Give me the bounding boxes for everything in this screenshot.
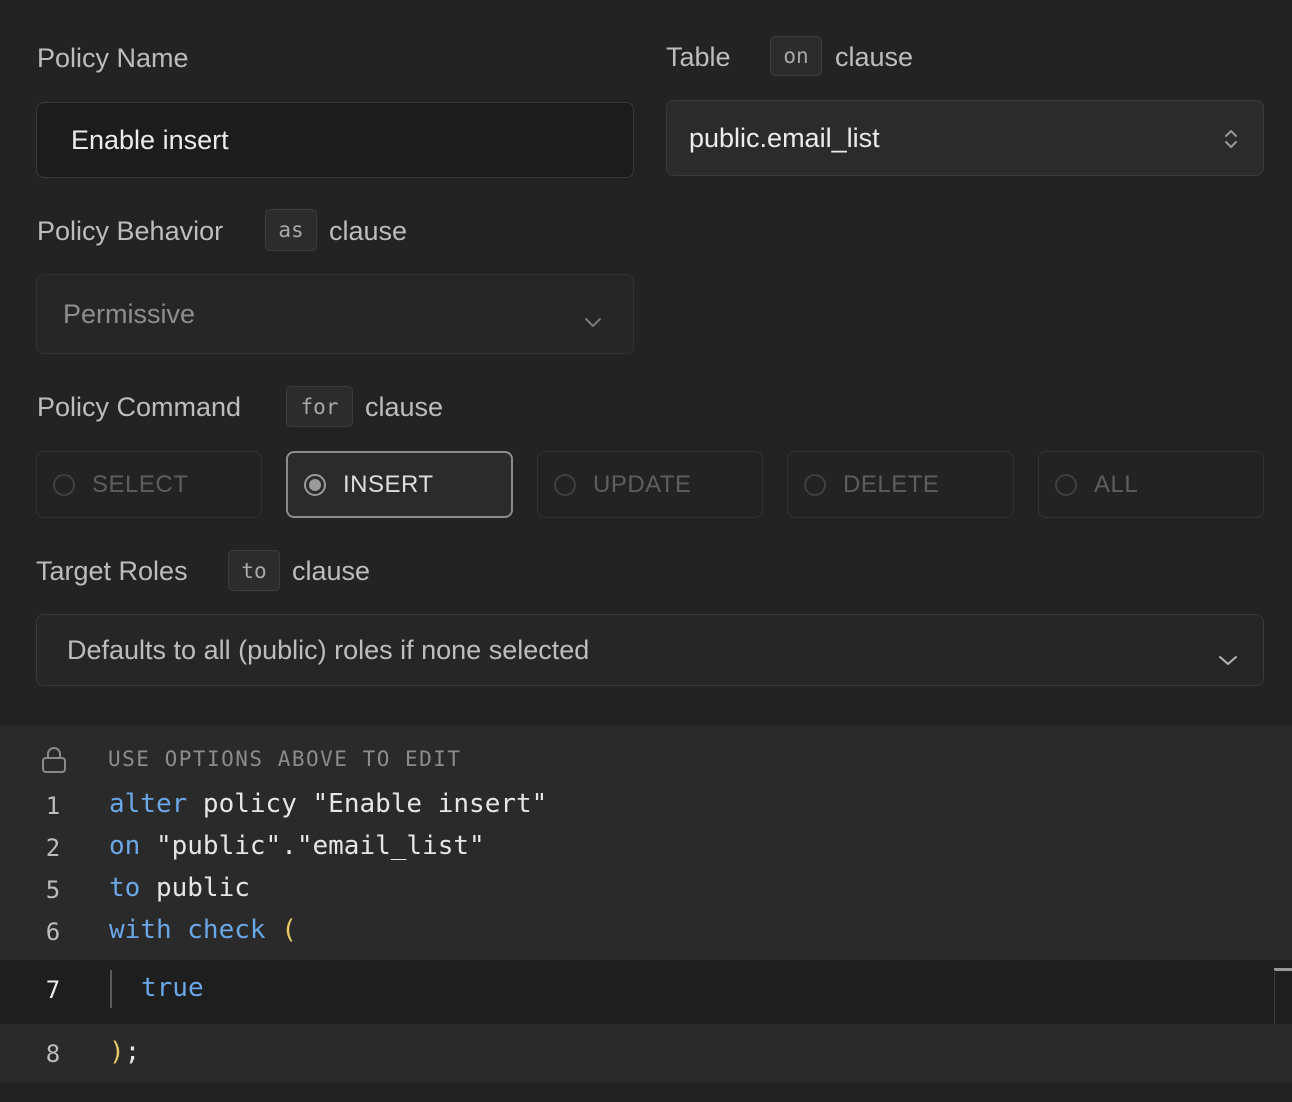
keyword-token: to	[109, 873, 141, 903]
code-text: "public"."email_list"	[140, 831, 485, 861]
radio-circle-icon	[554, 473, 576, 496]
command-option-label: DELETE	[843, 470, 940, 498]
command-option-label: UPDATE	[593, 470, 692, 498]
keyword-token: alter	[109, 789, 188, 819]
code-text: );	[109, 1037, 141, 1067]
policy-name-label: Policy Name	[37, 43, 189, 73]
on-clause-badge: on	[770, 36, 822, 76]
command-option-label: ALL	[1094, 470, 1139, 498]
command-option-insert[interactable]: INSERT	[286, 451, 513, 518]
command-option-label: SELECT	[92, 470, 189, 498]
radio-circle-icon	[1055, 473, 1077, 496]
command-option-all[interactable]: ALL	[1038, 451, 1264, 518]
line-number: 5	[45, 876, 61, 904]
on-clause-label: clause	[835, 42, 914, 72]
line-number: 6	[45, 918, 61, 946]
editor-footer	[0, 1082, 1292, 1102]
code-line-8: );	[109, 1037, 140, 1067]
chevron-up-down-icon	[1223, 127, 1239, 158]
code-line-6: with check (	[109, 915, 297, 945]
policy-behavior-label: Policy Behavior	[37, 216, 224, 246]
table-label: Table	[666, 42, 731, 72]
policy-behavior-value: Permissive	[63, 298, 196, 329]
as-clause-label: clause	[329, 216, 408, 246]
command-option-delete[interactable]: DELETE	[787, 451, 1014, 518]
line-number: 8	[45, 1040, 61, 1068]
command-option-update[interactable]: UPDATE	[537, 451, 763, 518]
policy-name-value: Enable insert	[71, 124, 229, 155]
policy-behavior-select[interactable]: Permissive	[36, 274, 634, 354]
table-select-value: public.email_list	[689, 122, 880, 153]
chevron-down-icon	[583, 305, 603, 336]
code-line-2: on "public"."email_list"	[109, 831, 485, 861]
scrollbar-thumb[interactable]	[1274, 968, 1292, 971]
code-text: public	[140, 873, 250, 903]
chevron-down-icon	[1217, 643, 1239, 674]
editable-code-region[interactable]: 7 true	[0, 960, 1292, 1024]
indent-guide	[110, 970, 112, 1008]
scrollbar-track	[1274, 970, 1275, 1024]
target-roles-label: Target Roles	[36, 556, 188, 586]
radio-circle-icon	[804, 473, 826, 496]
command-option-select[interactable]: SELECT	[36, 451, 262, 518]
to-clause-badge: to	[228, 550, 280, 591]
code-line-1: alter policy "Enable insert"	[109, 789, 547, 819]
keyword-token: true	[141, 973, 204, 1003]
table-select[interactable]: public.email_list	[666, 100, 1264, 176]
as-clause-badge: as	[265, 209, 317, 251]
radio-selected-icon	[304, 473, 326, 496]
lock-icon	[41, 746, 67, 779]
line-number: 1	[45, 792, 61, 820]
radio-circle-icon	[53, 473, 75, 496]
paren-token: (	[265, 915, 297, 945]
target-roles-placeholder: Defaults to all (public) roles if none s…	[67, 634, 590, 665]
code-line-7: true	[141, 973, 204, 1003]
policy-command-label: Policy Command	[37, 392, 242, 422]
target-roles-select[interactable]: Defaults to all (public) roles if none s…	[36, 614, 1264, 686]
to-clause-label: clause	[292, 556, 371, 586]
for-clause-badge: for	[286, 386, 353, 427]
code-text: policy "Enable insert"	[187, 789, 548, 819]
sql-editor: USE OPTIONS ABOVE TO EDIT 1 alter policy…	[0, 726, 1292, 1102]
line-number: 2	[45, 834, 61, 862]
command-option-label: INSERT	[343, 470, 434, 498]
keyword-token: on	[109, 831, 141, 861]
code-line-5: to public	[109, 873, 250, 903]
keyword-token: with check	[109, 915, 266, 945]
policy-name-input[interactable]: Enable insert	[36, 102, 634, 178]
line-number: 7	[45, 976, 61, 1004]
editor-lock-notice: USE OPTIONS ABOVE TO EDIT	[108, 747, 462, 771]
for-clause-label: clause	[365, 392, 444, 422]
